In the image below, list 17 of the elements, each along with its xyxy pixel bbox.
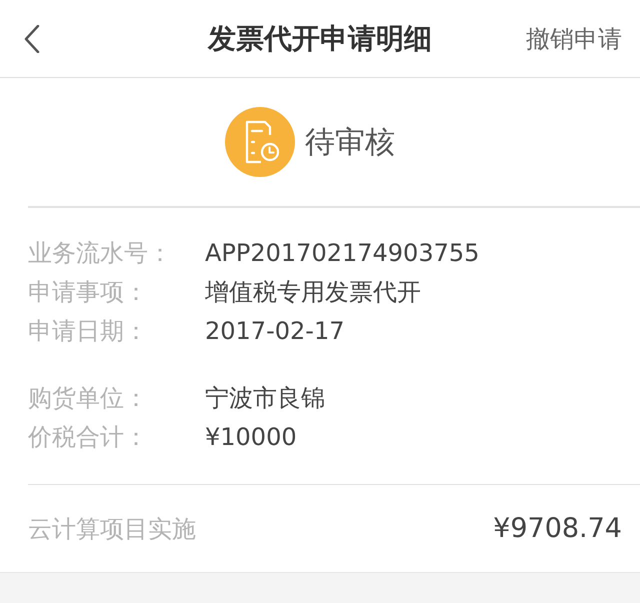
field-label: 购货单位： bbox=[28, 383, 149, 414]
back-chevron-icon bbox=[24, 24, 40, 52]
field-value: 宁波市良锦 bbox=[205, 383, 325, 414]
cancel-application-link[interactable]: 撤销申请 bbox=[526, 22, 622, 54]
pending-document-icon bbox=[225, 107, 295, 177]
field-value: 增值税专用发票代开 bbox=[205, 277, 421, 308]
item-name: 云计算项目实施 bbox=[28, 514, 196, 544]
item-amount: ¥9708.74 bbox=[493, 513, 622, 544]
field-label: 申请事项： bbox=[28, 277, 149, 308]
field-value: ¥10000 bbox=[205, 423, 297, 451]
field-label: 业务流水号： bbox=[28, 238, 173, 269]
page-title: 发票代开申请明细 bbox=[208, 20, 432, 56]
field-label: 价税合计： bbox=[28, 422, 149, 453]
field-label: 申请日期： bbox=[28, 316, 149, 347]
field-value: APP201702174903755 bbox=[205, 239, 480, 267]
status-text: 待审核 bbox=[305, 124, 395, 162]
field-value: 2017-02-17 bbox=[205, 317, 344, 345]
